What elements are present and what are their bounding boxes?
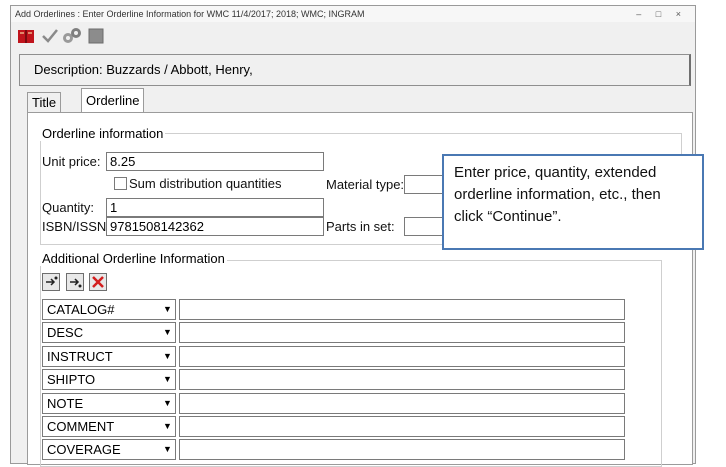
isbn-field[interactable]: 9781508142362 bbox=[106, 217, 324, 236]
row-type-select[interactable]: NOTE ▼ bbox=[42, 392, 176, 414]
chevron-down-icon[interactable]: ▼ bbox=[160, 370, 175, 390]
chevron-down-icon[interactable]: ▼ bbox=[160, 417, 175, 436]
row-type-value: DESC bbox=[47, 325, 84, 341]
unit-price-label: Unit price: bbox=[42, 154, 101, 169]
book-icon[interactable] bbox=[17, 27, 35, 45]
instruction-callout: Enter price, quantity, extended orderlin… bbox=[442, 154, 704, 250]
chevron-down-icon[interactable]: ▼ bbox=[160, 393, 175, 413]
sum-distribution-label: Sum distribution quantities bbox=[129, 176, 282, 191]
sum-distribution-checkbox[interactable] bbox=[114, 177, 127, 190]
row-type-value: COMMENT bbox=[47, 419, 115, 434]
row-type-value: SHIPTO bbox=[47, 372, 96, 388]
chevron-down-icon[interactable]: ▼ bbox=[160, 440, 175, 460]
parts-in-set-label: Parts in set: bbox=[326, 219, 395, 234]
window-titlebar: Add Orderlines : Enter Orderline Informa… bbox=[11, 6, 695, 22]
row-type-select[interactable]: SHIPTO ▼ bbox=[42, 369, 176, 391]
delete-row-icon[interactable] bbox=[89, 273, 107, 291]
insert-row-icon[interactable] bbox=[66, 273, 84, 291]
unit-price-field[interactable]: 8.25 bbox=[106, 152, 324, 171]
row-value-field[interactable] bbox=[179, 299, 625, 320]
quantity-field[interactable]: 1 bbox=[106, 198, 324, 217]
row-type-value: CATALOG# bbox=[47, 302, 115, 317]
row-type-select[interactable]: COVERAGE ▼ bbox=[42, 439, 176, 461]
description-label: Description: bbox=[34, 62, 103, 77]
tab-orderline[interactable]: Orderline bbox=[81, 88, 145, 112]
material-type-label: Material type: bbox=[326, 177, 405, 192]
description-box: Description: Buzzards / Abbott, Henry, bbox=[19, 54, 691, 86]
row-value-field[interactable] bbox=[179, 369, 625, 391]
row-type-select[interactable]: CATALOG# ▼ bbox=[42, 299, 176, 320]
row-type-select[interactable]: COMMENT ▼ bbox=[42, 416, 176, 437]
window-controls[interactable]: – □ × bbox=[636, 6, 687, 22]
chevron-down-icon[interactable]: ▼ bbox=[160, 346, 175, 366]
callout-text: Enter price, quantity, extended orderlin… bbox=[454, 164, 661, 225]
additional-info-legend: Additional Orderline Information bbox=[40, 251, 227, 266]
row-value-field[interactable] bbox=[179, 345, 625, 367]
quantity-label: Quantity: bbox=[42, 200, 95, 215]
gears-icon[interactable] bbox=[61, 27, 81, 45]
row-type-select[interactable]: INSTRUCT ▼ bbox=[42, 345, 176, 367]
row-type-select[interactable]: DESC ▼ bbox=[42, 322, 176, 344]
window-title: Add Orderlines : Enter Orderline Informa… bbox=[15, 9, 365, 19]
row-value-field[interactable] bbox=[179, 322, 625, 344]
tab-title-info[interactable]: Title info bbox=[27, 92, 62, 130]
chevron-down-icon[interactable]: ▼ bbox=[160, 300, 175, 319]
row-type-value: INSTRUCT bbox=[47, 348, 113, 364]
row-value-field[interactable] bbox=[179, 439, 625, 461]
isbn-label: ISBN/ISSN: bbox=[42, 219, 110, 234]
chevron-down-icon[interactable]: ▼ bbox=[160, 323, 175, 343]
description-value: Buzzards / Abbott, Henry, bbox=[106, 62, 253, 77]
row-type-value: NOTE bbox=[47, 395, 84, 411]
checkmark-icon[interactable] bbox=[41, 27, 59, 45]
row-value-field[interactable] bbox=[179, 392, 625, 414]
stop-icon[interactable] bbox=[87, 27, 105, 45]
row-type-value: COVERAGE bbox=[47, 442, 121, 458]
add-row-icon[interactable] bbox=[42, 273, 60, 291]
row-value-field[interactable] bbox=[179, 416, 625, 437]
orderline-info-legend: Orderline information bbox=[40, 126, 166, 141]
toolbar bbox=[11, 23, 695, 49]
additional-info-rows: CATALOG# ▼ DESC ▼ INSTRUCT ▼ SHIPTO ▼ NOTE ▼ COMME… bbox=[42, 299, 652, 461]
